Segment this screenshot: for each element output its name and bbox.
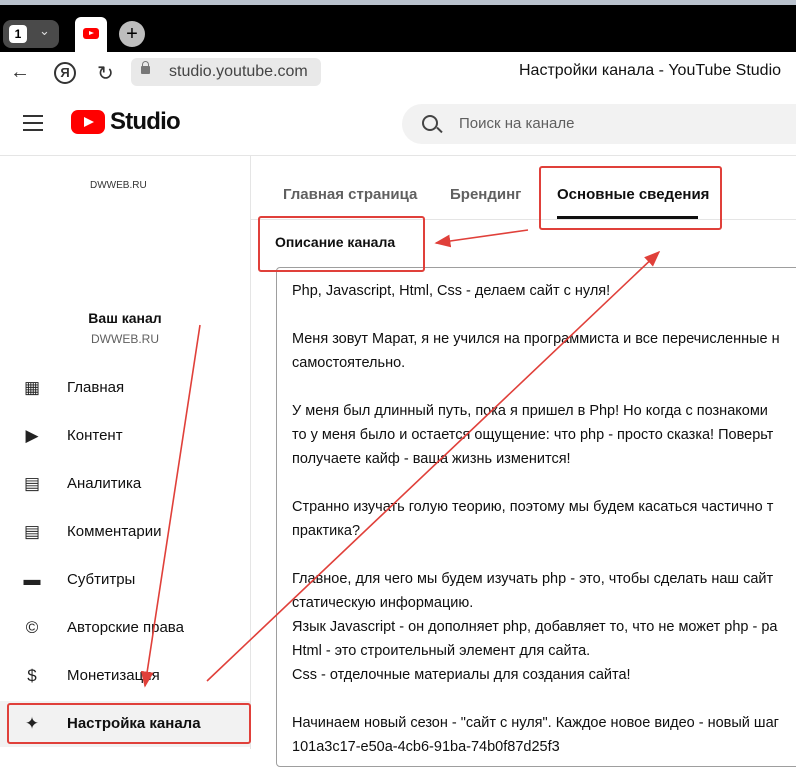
arrow-tab-to-section — [434, 229, 529, 248]
arrow-to-monetization — [140, 324, 201, 688]
arrow-sidebar-to-tab — [206, 250, 661, 682]
annotation-arrows — [140, 229, 661, 688]
